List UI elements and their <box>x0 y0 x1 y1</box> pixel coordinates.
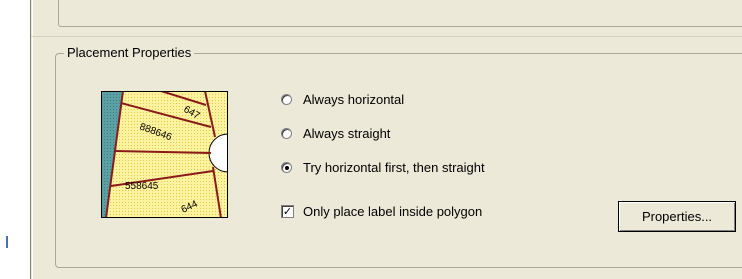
options-panel: Placement Properties 647 888646 558645 6… <box>30 0 742 279</box>
group-title: Placement Properties <box>64 45 195 61</box>
left-strip <box>0 0 10 279</box>
panel-divider <box>31 36 742 37</box>
checkbox-label: Only place label inside polygon <box>303 203 483 219</box>
placement-properties-group: Placement Properties 647 888646 558645 6… <box>55 45 742 268</box>
placement-preview-image: 647 888646 558645 644 <box>101 91 228 218</box>
radio-label: Always horizontal <box>303 91 405 107</box>
radio-button[interactable] <box>281 93 292 105</box>
left-marker <box>6 236 8 248</box>
previous-group-box <box>58 0 742 27</box>
checkbox-inside-polygon[interactable]: ✓ Only place label inside polygon <box>281 202 482 220</box>
radio-always-horizontal[interactable]: Always horizontal <box>281 90 404 108</box>
label-placement-dialog: Placement Properties 647 888646 558645 6… <box>0 0 742 279</box>
radio-try-horizontal-first[interactable]: Try horizontal first, then straight <box>281 158 485 176</box>
radio-label: Always straight <box>303 125 391 141</box>
radio-label: Try horizontal first, then straight <box>303 159 485 175</box>
properties-button[interactable]: Properties... <box>618 201 736 232</box>
parcel-label-3: 558645 <box>125 181 159 192</box>
radio-button-selected[interactable] <box>281 161 292 173</box>
checkbox[interactable]: ✓ <box>281 204 294 218</box>
radio-button[interactable] <box>281 127 292 139</box>
radio-always-straight[interactable]: Always straight <box>281 124 390 142</box>
